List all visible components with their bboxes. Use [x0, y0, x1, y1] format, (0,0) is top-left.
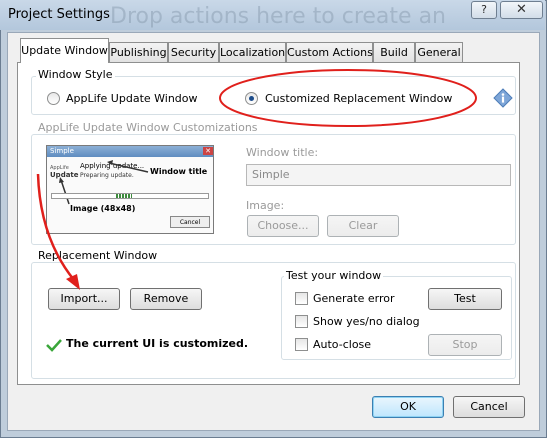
- auto-close-checkbox[interactable]: [295, 338, 308, 351]
- tab-build[interactable]: Build: [373, 42, 415, 62]
- tab-localization[interactable]: Localization: [219, 42, 286, 62]
- customizations-legend: AppLife Update Window Customizations: [36, 121, 260, 134]
- generate-error-checkbox[interactable]: [295, 292, 308, 305]
- window-title: Project Settings: [8, 7, 110, 22]
- checkmark-icon: [46, 338, 62, 352]
- title-bar[interactable]: Drop actions here to create an Project S…: [0, 0, 545, 30]
- remove-button[interactable]: Remove: [130, 288, 202, 310]
- info-icon[interactable]: [493, 88, 513, 108]
- choose-image-button[interactable]: Choose...: [247, 215, 319, 237]
- image-label: Image:: [246, 199, 285, 212]
- preview-cancel-button: Cancel: [170, 216, 210, 228]
- tab-update-window[interactable]: Update Window: [20, 38, 109, 63]
- window-title-field[interactable]: Simple: [246, 164, 511, 186]
- test-button[interactable]: Test: [428, 288, 502, 310]
- tab-publishing[interactable]: Publishing: [109, 42, 168, 62]
- cancel-button[interactable]: Cancel: [453, 396, 525, 418]
- help-button[interactable]: ?: [471, 1, 497, 19]
- tab-security[interactable]: Security: [168, 42, 219, 62]
- show-yes-no-checkbox[interactable]: [295, 315, 308, 328]
- stop-button[interactable]: Stop: [428, 334, 502, 356]
- annotation-highlight-ellipse: [217, 67, 479, 129]
- background-ghost-text: Drop actions here to create an: [110, 4, 446, 29]
- applife-window-radio[interactable]: [47, 92, 60, 105]
- window-style-legend: Window Style: [36, 68, 115, 81]
- applife-window-label[interactable]: AppLife Update Window: [66, 92, 198, 105]
- tab-general[interactable]: General: [415, 42, 463, 62]
- generate-error-label[interactable]: Generate error: [313, 292, 395, 305]
- show-yes-no-label[interactable]: Show yes/no dialog: [313, 315, 420, 328]
- close-button[interactable]: ✕: [500, 1, 543, 19]
- tab-custom-actions[interactable]: Custom Actions: [286, 42, 373, 62]
- annotation-arrow: [30, 168, 90, 298]
- ok-button[interactable]: OK: [372, 396, 444, 418]
- auto-close-label[interactable]: Auto-close: [313, 338, 371, 351]
- clear-image-button[interactable]: Clear: [327, 215, 399, 237]
- customized-status-text: The current UI is customized.: [66, 337, 249, 350]
- preview-progress-fill: [116, 194, 132, 198]
- window-title-label: Window title:: [246, 146, 319, 159]
- test-window-legend: Test your window: [284, 269, 384, 282]
